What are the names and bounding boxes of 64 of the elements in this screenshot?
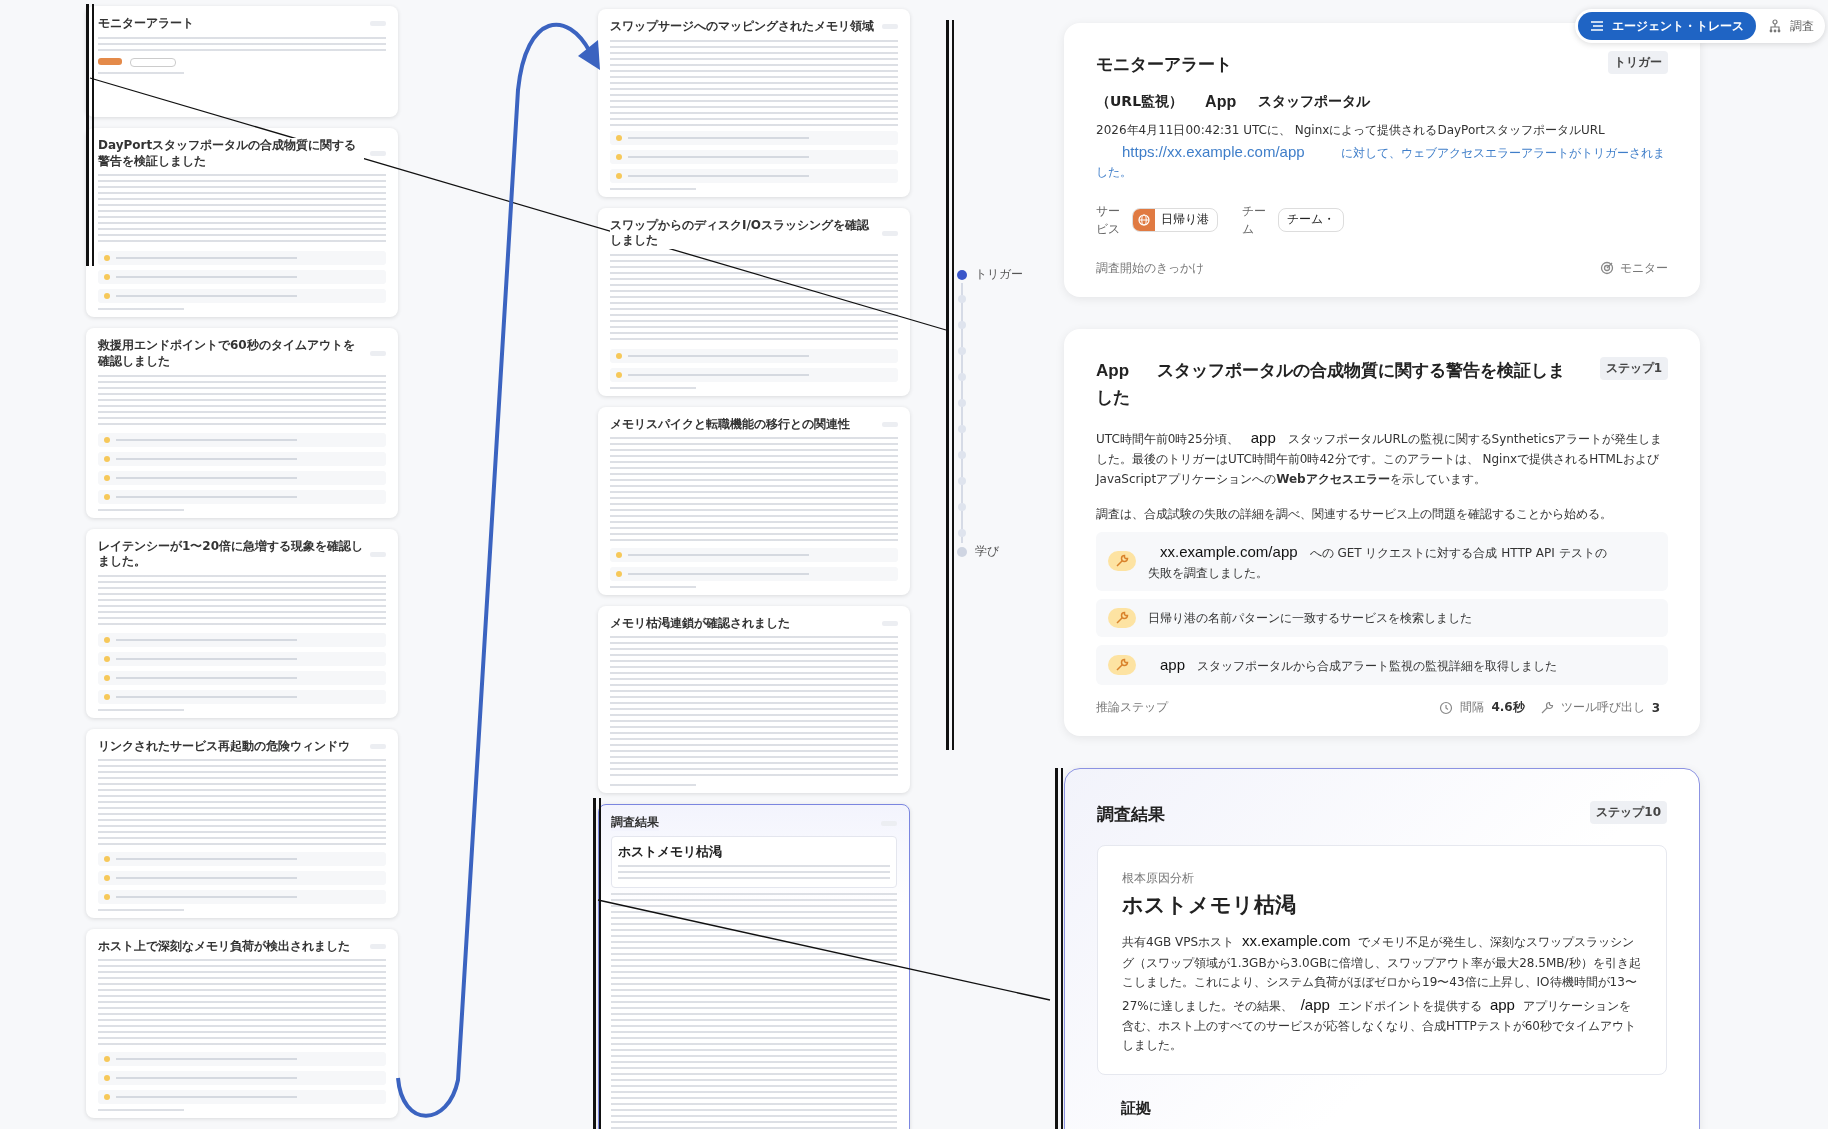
step-card[interactable]: メモリスパイクと転職機能の移行との関連性 bbox=[598, 406, 910, 595]
step-card[interactable]: 救援用エンドポイントで60秒のタイムアウトを確認しました bbox=[86, 328, 398, 518]
card-title: スワップサージへのマッピングされたメモリ領域 bbox=[610, 19, 874, 35]
source-label: モニター bbox=[1620, 259, 1668, 277]
clock-icon bbox=[1439, 700, 1454, 715]
view-tab[interactable]: 調査 bbox=[1760, 12, 1822, 40]
section-heading: 証拠 bbox=[1121, 1098, 1152, 1118]
card-title: 調査結果 bbox=[1097, 803, 1165, 827]
step-badge: ステップ10 bbox=[1590, 801, 1667, 825]
card-headline: ホストメモリ枯渇 bbox=[618, 843, 723, 862]
list-icon bbox=[1590, 20, 1604, 32]
monitor-name: スタッフポータル bbox=[1258, 93, 1371, 112]
alert-description: 2026年4月11日00:42:31 UTCに、 Nginxによって提供されるDayPortスタッフポータルURL https://xx.example.com/app に対して、ウェブアクセスエラーアラートがトリガーされました。 bbox=[1096, 122, 1666, 182]
field-chip[interactable]: 日帰り港 bbox=[1132, 207, 1218, 232]
step-paragraph: UTC時間午前0時25分頃、 app スタッフポータルURLの監視に関するSyntheticsアラートが発生しました。最後のトリガーはUTC時間午前0時42分です。このアラートは、 Nginxで提供されるHTMLおよびJavaScriptアプリケーションへのWebアクセスエラーを示しています。 bbox=[1096, 428, 1664, 488]
stat-value: 3 bbox=[1651, 700, 1660, 715]
summary-paragraph: 共有4GB VPSホスト xx.example.com でメモリ不足が発生し、深刻なスワップスラッシング（スワップ領域が1.3GBから3.0GBに倍増し、スワップアウト率が最大28.5MB/秒）を引き起こしました。これにより、システム負荷がほぼゼロから19〜43倍に上昇し、IO待機時間が13〜27%に達しました。その結果、 /app エンドポイントを提供する app アプリケーションを含む、ホスト上のすべてのサービスが応答しなくなり、合成HTTPテストが60秒でタイムアウトしました。 bbox=[1122, 931, 1642, 1055]
tool-call-row[interactable]: xx.example.com/app への GET リクエストに対する合成 HTTP API テストの失敗を調査しました。 bbox=[1096, 532, 1668, 591]
card-headline: ホストメモリ枯渇 bbox=[1122, 892, 1297, 920]
card-title: レイテンシーが1〜20倍に急増する現象を確認しました。 bbox=[98, 538, 364, 570]
monitor-name: App bbox=[1205, 93, 1237, 112]
trigger-badge: トリガー bbox=[1608, 51, 1668, 74]
card-title: モニターアラート bbox=[1096, 53, 1232, 76]
stat-label: 間隔 bbox=[1460, 699, 1485, 717]
field-label: チーム bbox=[1242, 202, 1267, 238]
card-footer: 調査開始のきっかけ bbox=[1096, 259, 1204, 277]
hierarchy-icon bbox=[1768, 19, 1782, 33]
stat-label: ツール呼び出し bbox=[1560, 699, 1645, 717]
monitor-icon bbox=[1600, 261, 1614, 276]
timeline-label: トリガー bbox=[975, 266, 1023, 283]
card-title: DayPortスタッフポータルの合成物質に関する警告を検証しました bbox=[98, 138, 364, 170]
card-title: メモリスパイクと転職機能の移行との関連性 bbox=[610, 416, 850, 433]
card-title: モニターアラート bbox=[98, 16, 194, 32]
tool-call-row[interactable]: 日帰り港の名前パターンに一致するサービスを検索しました bbox=[1096, 598, 1668, 637]
url-link[interactable]: https://xx.example.com/app bbox=[1122, 142, 1305, 160]
card-title: メモリ枯渇連鎖が確認されました bbox=[610, 615, 790, 632]
step-card[interactable]: レイテンシーが1〜20倍に急増する現象を確認しました。 bbox=[86, 528, 398, 718]
step-badge: ステップ1 bbox=[1599, 356, 1668, 380]
card-title: ホスト上で深刻なメモリ負荷が検出されました bbox=[98, 938, 350, 955]
step-card[interactable]: スワップサージへのマッピングされたメモリ領域 bbox=[598, 9, 910, 197]
field-chip[interactable]: チーム・ bbox=[1278, 207, 1344, 232]
timeline-label: 学び bbox=[975, 543, 999, 560]
tool-call-row[interactable]: app スタッフポータルから合成アラート監視の監視詳細を取得しました bbox=[1096, 644, 1668, 686]
step-card[interactable]: リンクされたサービス再起動の危険ウィンドウ bbox=[86, 728, 398, 918]
step-card[interactable]: メモリ枯渇連鎖が確認されました bbox=[598, 605, 910, 794]
service-chip bbox=[98, 57, 122, 65]
step-card[interactable]: ホスト上で深刻なメモリ負荷が検出されました bbox=[86, 928, 398, 1118]
globe-icon bbox=[1133, 208, 1155, 231]
card-footer: 推論ステップ bbox=[1096, 699, 1168, 717]
card-title: App スタッフポータルの合成物質に関する警告を検証しました bbox=[1096, 358, 1567, 410]
monitor-name: （URL監視） bbox=[1096, 93, 1184, 112]
step-card[interactable]: 調査結果 ホストメモリ枯渇 bbox=[598, 804, 910, 1129]
section-kicker: 根本原因分析 bbox=[1122, 870, 1195, 888]
timeline-dot[interactable] bbox=[957, 546, 967, 557]
step-card[interactable]: モニターアラート bbox=[86, 6, 398, 118]
card-title: リンクされたサービス再起動の危険ウィンドウ bbox=[98, 738, 350, 755]
field-label: サービス bbox=[1096, 202, 1121, 238]
timeline-dot[interactable] bbox=[957, 269, 967, 280]
stat-value: 4.6秒 bbox=[1491, 699, 1525, 717]
step-card[interactable]: スワップからのディスクI/Oスラッシングを確認しました bbox=[598, 207, 910, 396]
team-chip bbox=[130, 57, 176, 67]
view-tab[interactable]: エージェント・トレース bbox=[1578, 12, 1756, 40]
step-card[interactable]: DayPortスタッフポータルの合成物質に関する警告を検証しました bbox=[86, 128, 398, 318]
step-paragraph: 調査は、合成試験の失敗の詳細を調べ、関連するサービス上の問題を確認することから始める。 bbox=[1096, 505, 1613, 523]
